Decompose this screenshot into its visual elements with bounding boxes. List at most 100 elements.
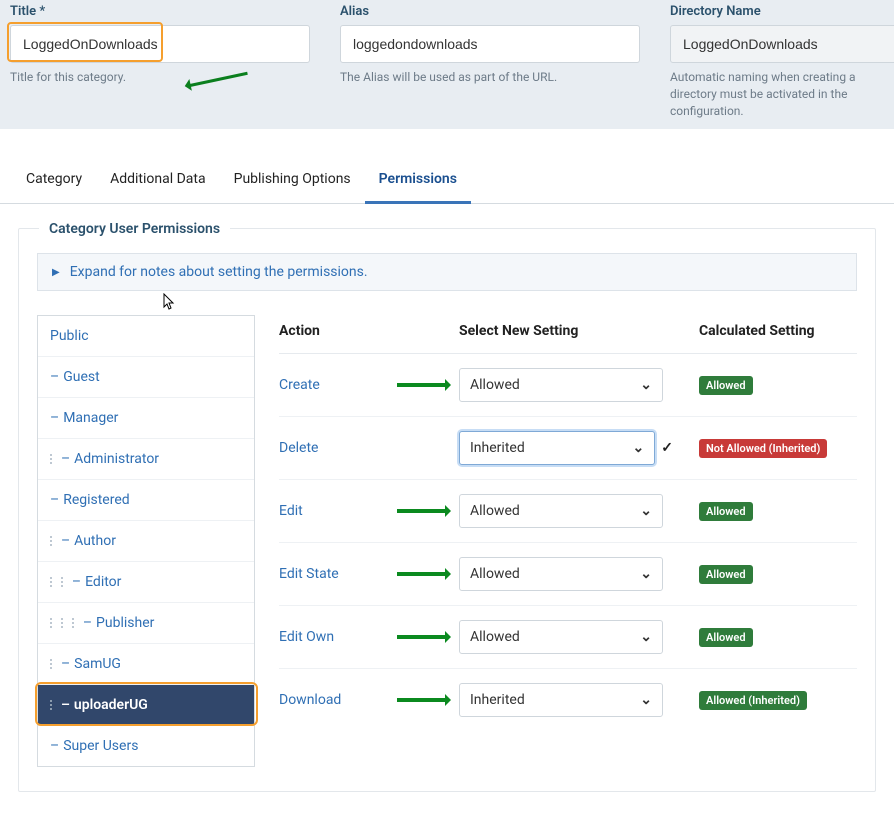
permissions-table: Action Select New Setting Calculated Set… (279, 315, 857, 731)
calculated-cell: Allowed (673, 565, 857, 584)
group-label: Author (74, 533, 116, 549)
permissions-table-header: Action Select New Setting Calculated Set… (279, 315, 857, 354)
user-group-tree: Public –Guest–Manager –Administrator–Regi… (37, 315, 255, 767)
permission-row-delete: Delete Inherited ⌄ ✓ Not Allowed (Inherited) (279, 417, 857, 480)
group-item-manager[interactable]: –Manager (38, 398, 254, 439)
setting-select[interactable]: Inherited ⌄ (459, 683, 663, 717)
setting-cell: Allowed ⌄ (459, 494, 673, 528)
calculated-cell: Allowed (673, 502, 857, 521)
group-item-uploaderug[interactable]: –uploaderUG (38, 685, 254, 726)
setting-select[interactable]: Inherited ⌄ (459, 431, 655, 465)
field-title: Title * Title for this category. (10, 0, 310, 119)
status-badge: Allowed (699, 628, 753, 647)
setting-value: Allowed (470, 566, 520, 582)
group-label: Manager (63, 410, 118, 426)
group-label: Administrator (74, 451, 159, 467)
setting-value: Allowed (470, 503, 520, 519)
directory-label: Directory Name (670, 0, 894, 19)
header-fields: Title * Title for this category. Alias T… (0, 0, 894, 129)
status-badge: Not Allowed (Inherited) (699, 439, 827, 458)
setting-select[interactable]: Allowed ⌄ (459, 620, 663, 654)
permissions-panel: Category User Permissions ▶ Expand for n… (0, 204, 894, 822)
col-action-header: Action (279, 323, 459, 339)
alias-help: The Alias will be used as part of the UR… (340, 69, 640, 86)
group-item-registered[interactable]: –Registered (38, 480, 254, 521)
group-label: SamUG (74, 656, 121, 672)
setting-cell: Inherited ⌄ (459, 683, 673, 717)
col-calc-header: Calculated Setting (699, 323, 857, 339)
group-label: Super Users (63, 738, 138, 754)
tab-category[interactable]: Category (12, 157, 96, 203)
group-label: Public (50, 328, 89, 344)
annotation-arrow (397, 573, 447, 575)
tab-permissions[interactable]: Permissions (365, 157, 471, 204)
col-setting-header: Select New Setting (459, 323, 699, 339)
calculated-cell: Not Allowed (Inherited) (673, 439, 857, 458)
setting-cell: Inherited ⌄ ✓ (459, 431, 673, 465)
permission-row-edit-state: Edit StateAllowed⌄Allowed (279, 543, 857, 606)
triangle-right-icon: ▶ (52, 267, 60, 278)
chevron-down-icon: ⌄ (640, 503, 652, 519)
calculated-cell: Allowed (Inherited) (673, 691, 857, 710)
check-icon: ✓ (661, 440, 673, 456)
field-alias: Alias The Alias will be used as part of … (340, 0, 640, 119)
group-label: Editor (85, 574, 121, 590)
expand-notes-toggle[interactable]: ▶ Expand for notes about setting the per… (37, 253, 857, 291)
alias-input[interactable] (340, 25, 640, 63)
chevron-down-icon: ⌄ (640, 377, 652, 393)
title-help: Title for this category. (10, 69, 310, 86)
group-item-samug[interactable]: –SamUG (38, 644, 254, 685)
group-item-administrator[interactable]: –Administrator (38, 439, 254, 480)
fieldset-legend: Category User Permissions (39, 221, 230, 237)
permissions-layout: Public –Guest–Manager –Administrator–Regi… (37, 315, 857, 767)
required-indicator: * (39, 4, 45, 19)
permissions-fieldset: Category User Permissions ▶ Expand for n… (18, 228, 876, 792)
group-label: Guest (63, 369, 99, 385)
group-item-public[interactable]: Public (38, 316, 254, 357)
directory-help: Automatic naming when creating a directo… (670, 69, 894, 119)
status-badge: Allowed (699, 502, 753, 521)
group-item-super-users[interactable]: –Super Users (38, 726, 254, 766)
action-label: Delete (279, 440, 459, 456)
group-item-author[interactable]: –Author (38, 521, 254, 562)
setting-value: Allowed (470, 377, 520, 393)
group-item-guest[interactable]: –Guest (38, 357, 254, 398)
chevron-down-icon: ⌄ (640, 692, 652, 708)
field-directory: Directory Name Automatic naming when cre… (670, 0, 894, 119)
tab-publishing-options[interactable]: Publishing Options (220, 157, 365, 203)
status-badge: Allowed (Inherited) (699, 691, 807, 710)
chevron-down-icon: ⌄ (640, 566, 652, 582)
calculated-cell: Allowed (673, 376, 857, 395)
status-badge: Allowed (699, 376, 753, 395)
permission-row-edit-own: Edit OwnAllowed⌄Allowed (279, 606, 857, 669)
setting-select[interactable]: Allowed ⌄ (459, 368, 663, 402)
tab-additional-data[interactable]: Additional Data (96, 157, 220, 203)
alias-label: Alias (340, 0, 640, 19)
setting-cell: Allowed ⌄ (459, 557, 673, 591)
permission-row-edit: EditAllowed⌄Allowed (279, 480, 857, 543)
group-label: Registered (63, 492, 129, 508)
calculated-cell: Allowed (673, 628, 857, 647)
permission-row-create: CreateAllowed⌄Allowed (279, 354, 857, 417)
setting-select[interactable]: Allowed ⌄ (459, 494, 663, 528)
group-label: Publisher (96, 615, 154, 631)
setting-cell: Allowed ⌄ (459, 620, 673, 654)
setting-value: Inherited (470, 440, 525, 456)
group-item-editor[interactable]: –Editor (38, 562, 254, 603)
expand-notes-label: Expand for notes about setting the permi… (70, 264, 368, 280)
setting-value: Allowed (470, 629, 520, 645)
tab-bar: Category Additional Data Publishing Opti… (0, 157, 894, 204)
setting-value: Inherited (470, 692, 525, 708)
annotation-arrow (397, 699, 447, 701)
chevron-down-icon: ⌄ (633, 440, 645, 456)
setting-cell: Allowed ⌄ (459, 368, 673, 402)
title-input[interactable] (10, 25, 310, 63)
annotation-arrow (397, 384, 447, 386)
group-label: uploaderUG (74, 697, 148, 713)
chevron-down-icon: ⌄ (640, 629, 652, 645)
group-item-publisher[interactable]: –Publisher (38, 603, 254, 644)
directory-input (670, 25, 894, 63)
permission-row-download: DownloadInherited⌄Allowed (Inherited) (279, 669, 857, 731)
status-badge: Allowed (699, 565, 753, 584)
setting-select[interactable]: Allowed ⌄ (459, 557, 663, 591)
